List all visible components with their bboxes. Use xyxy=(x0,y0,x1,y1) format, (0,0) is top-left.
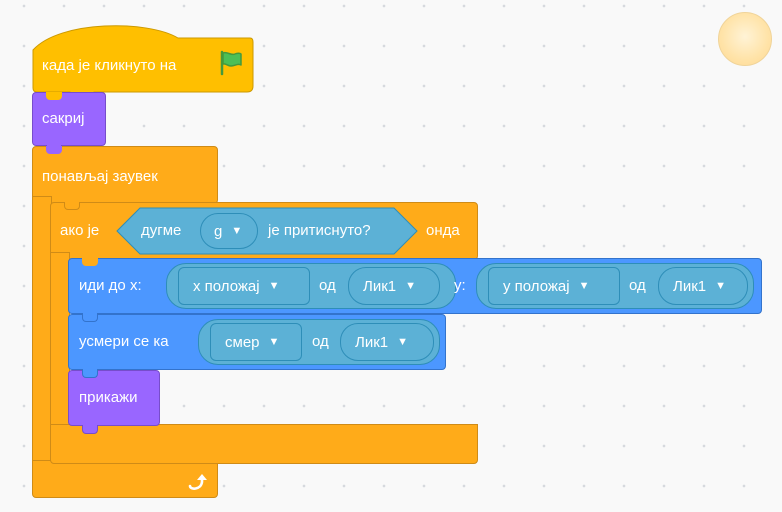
show-label: прикажи xyxy=(79,389,138,406)
go-to-x-label: иди до x: xyxy=(79,277,142,294)
point-towards-sprite-dropdown[interactable]: Лик1 ▼ xyxy=(340,323,434,361)
caret-down-icon: ▼ xyxy=(578,280,590,292)
key-dropdown[interactable]: g ▼ xyxy=(200,213,258,249)
if-label: ако је xyxy=(60,222,100,239)
forever-label: понављај заувек xyxy=(42,168,158,185)
loop-arrow-icon xyxy=(188,474,207,490)
x-sprite-dropdown[interactable]: Лик1 ▼ xyxy=(348,267,440,305)
caret-down-icon: ▼ xyxy=(405,280,417,292)
caret-down-icon: ▼ xyxy=(715,280,727,292)
y-sprite-dropdown[interactable]: Лик1 ▼ xyxy=(658,267,748,305)
when-flag-label: када је кликнуто на xyxy=(42,57,177,74)
caret-down-icon: ▼ xyxy=(268,280,280,292)
hide-label: сакриј xyxy=(42,110,85,127)
y-of-label: од xyxy=(629,277,646,294)
go-to-y-label: y: xyxy=(454,277,466,294)
stage-indicator xyxy=(718,12,772,66)
direction-attribute-dropdown[interactable]: смер ▼ xyxy=(210,323,302,361)
point-towards-label: усмери се ка xyxy=(79,333,169,350)
key-label-pre: дугме xyxy=(141,222,182,239)
point-towards-of-label: од xyxy=(312,333,329,350)
then-label: онда xyxy=(426,222,460,239)
x-attribute-dropdown[interactable]: x положај ▼ xyxy=(178,267,310,305)
caret-down-icon: ▼ xyxy=(397,336,409,348)
key-label-post: је притиснуто? xyxy=(268,222,371,239)
x-of-label: од xyxy=(319,277,336,294)
caret-down-icon: ▼ xyxy=(231,225,243,237)
caret-down-icon: ▼ xyxy=(268,336,280,348)
y-attribute-dropdown[interactable]: y положај ▼ xyxy=(488,267,620,305)
green-flag-icon xyxy=(220,50,242,76)
